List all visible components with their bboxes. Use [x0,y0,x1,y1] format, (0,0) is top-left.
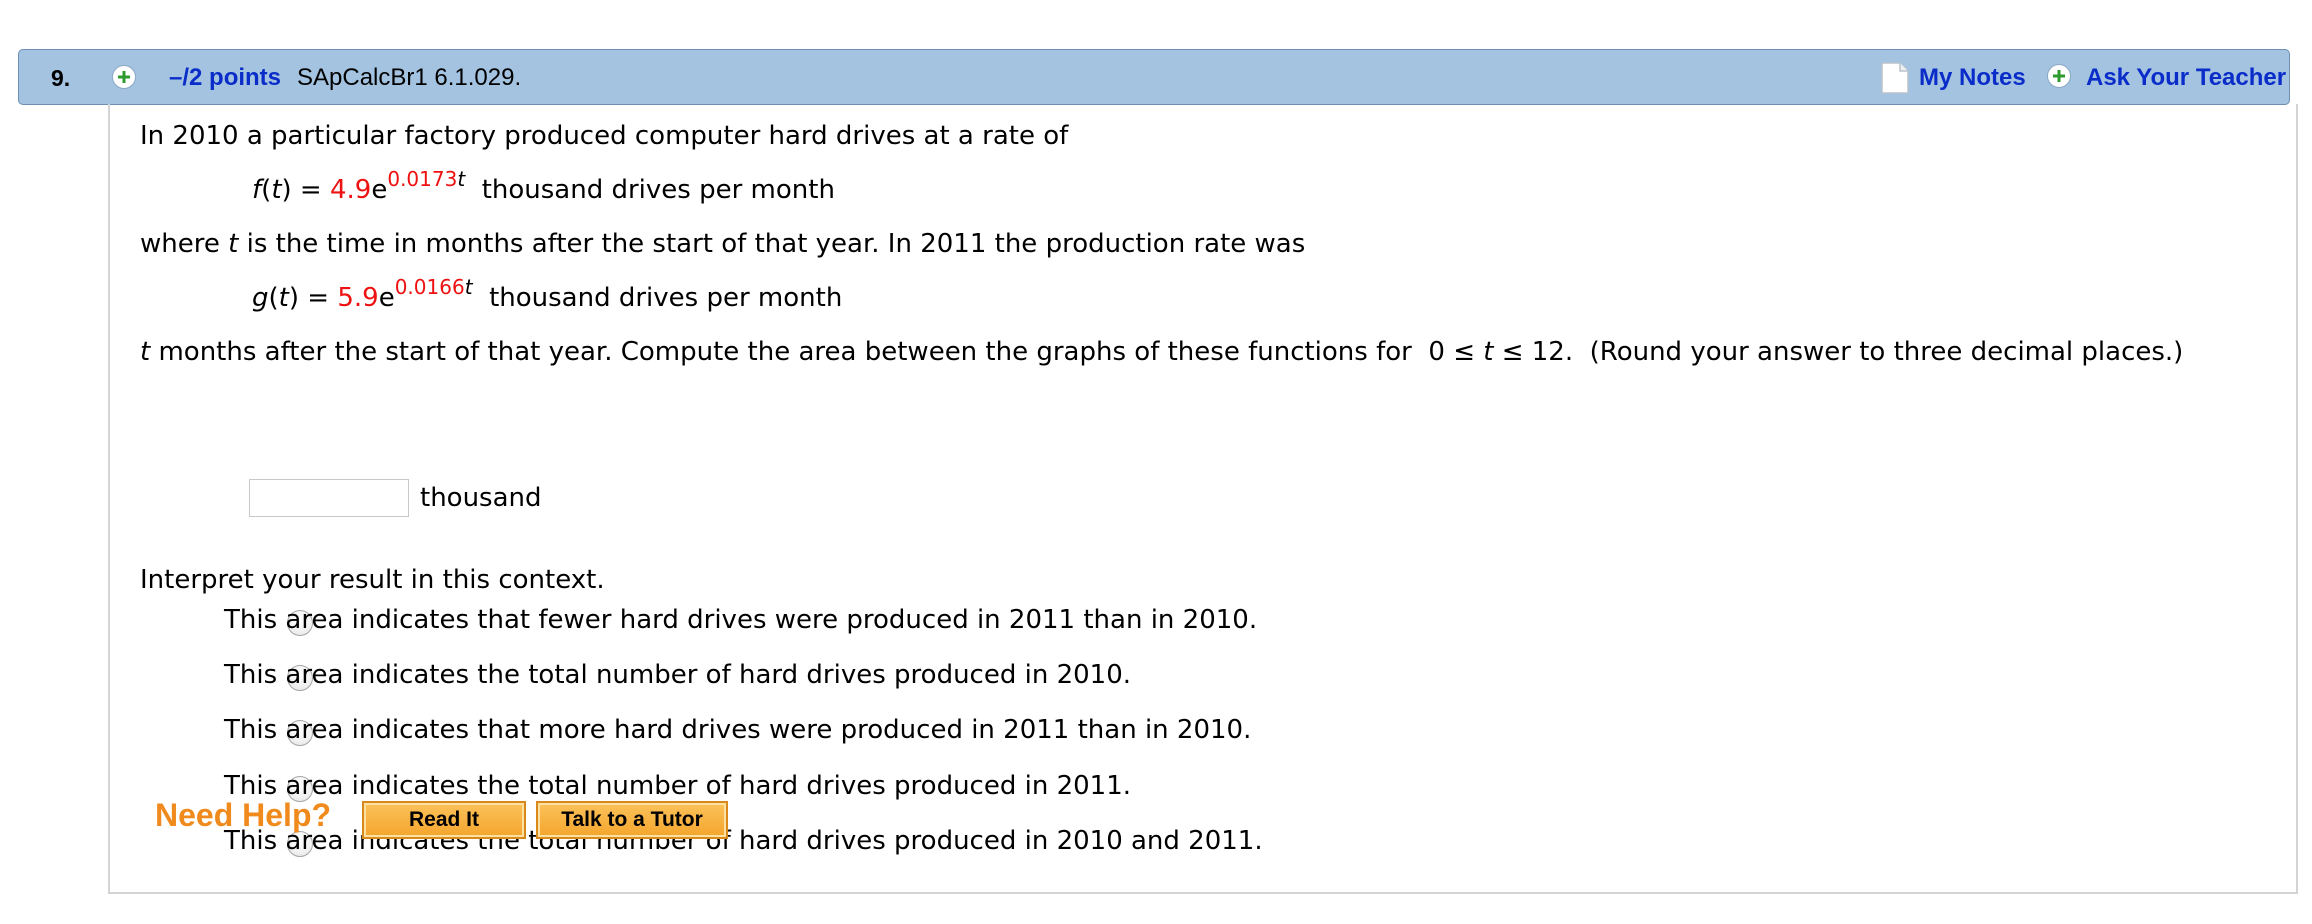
g-var: t [278,283,289,313]
middle-text-a: where [140,229,229,259]
ask-teacher-plus-icon[interactable] [2047,64,2071,88]
answer-input[interactable] [249,479,409,517]
g-exponent-var: t [464,275,473,299]
range-low: 0 ≤ [1428,337,1484,367]
problem-intro: In 2010 a particular factory produced co… [140,121,1069,151]
expand-plus-icon[interactable] [112,65,136,89]
option-label-2[interactable]: This area indicates the total number of … [224,659,1131,691]
instructions-text: months after the start of that year. Com… [150,337,1421,367]
note-page-icon[interactable] [1880,61,1910,95]
f-var: t [271,175,282,205]
instructions-var: t [140,337,151,367]
f-base: e [371,175,388,205]
g-name: g [252,283,269,313]
question-page: 9. –/2 points SApCalcBr1 6.1.029. My Not… [0,0,2312,924]
range-var: t [1483,337,1494,367]
question-number: 9. [51,65,71,91]
g-units: thousand drives per month [489,283,843,313]
f-exponent-var: t [457,167,466,191]
g-equation: g(t) = 5.9e0.0166t thousand drives per m… [252,275,843,313]
read-it-button[interactable]: Read It [362,801,526,839]
points-link[interactable]: –/2 points [169,64,281,92]
my-notes-link[interactable]: My Notes [1919,64,2026,92]
option-label-3[interactable]: This area indicates that more hard drive… [224,714,1251,746]
interpret-prompt: Interpret your result in this context. [140,565,605,595]
f-coefficient: 4.9 [329,175,372,205]
ask-your-teacher-link[interactable]: Ask Your Teacher [2086,64,2286,92]
middle-text-b: is the time in months after the start of… [238,229,1306,259]
rounding-note: (Round your answer to three decimal plac… [1589,337,2184,367]
f-name: f [252,175,262,205]
f-exponent: 0.0173 [387,167,458,191]
question-source: SApCalcBr1 6.1.029. [297,64,522,91]
range-high: ≤ 12. [1493,337,1574,367]
g-exponent: 0.0166 [394,275,465,299]
need-help-label: Need Help? [155,797,332,833]
problem-middle: where t is the time in months after the … [140,228,1305,260]
option-label-1[interactable]: This area indicates that fewer hard driv… [224,604,1257,636]
question-body: In 2010 a particular factory produced co… [108,104,2298,894]
f-units: thousand drives per month [481,175,835,205]
question-header: 9. –/2 points SApCalcBr1 6.1.029. My Not… [18,49,2290,105]
option-label-4[interactable]: This area indicates the total number of … [224,770,1131,802]
g-coefficient: 5.9 [337,283,379,313]
middle-var: t [228,229,239,259]
problem-instructions: t months after the start of that year. C… [140,336,2183,368]
talk-to-tutor-button[interactable]: Talk to a Tutor [536,801,728,839]
answer-units: thousand [420,483,542,513]
f-equation: f(t) = 4.9e0.0173t thousand drives per m… [252,167,835,205]
g-base: e [378,283,395,313]
